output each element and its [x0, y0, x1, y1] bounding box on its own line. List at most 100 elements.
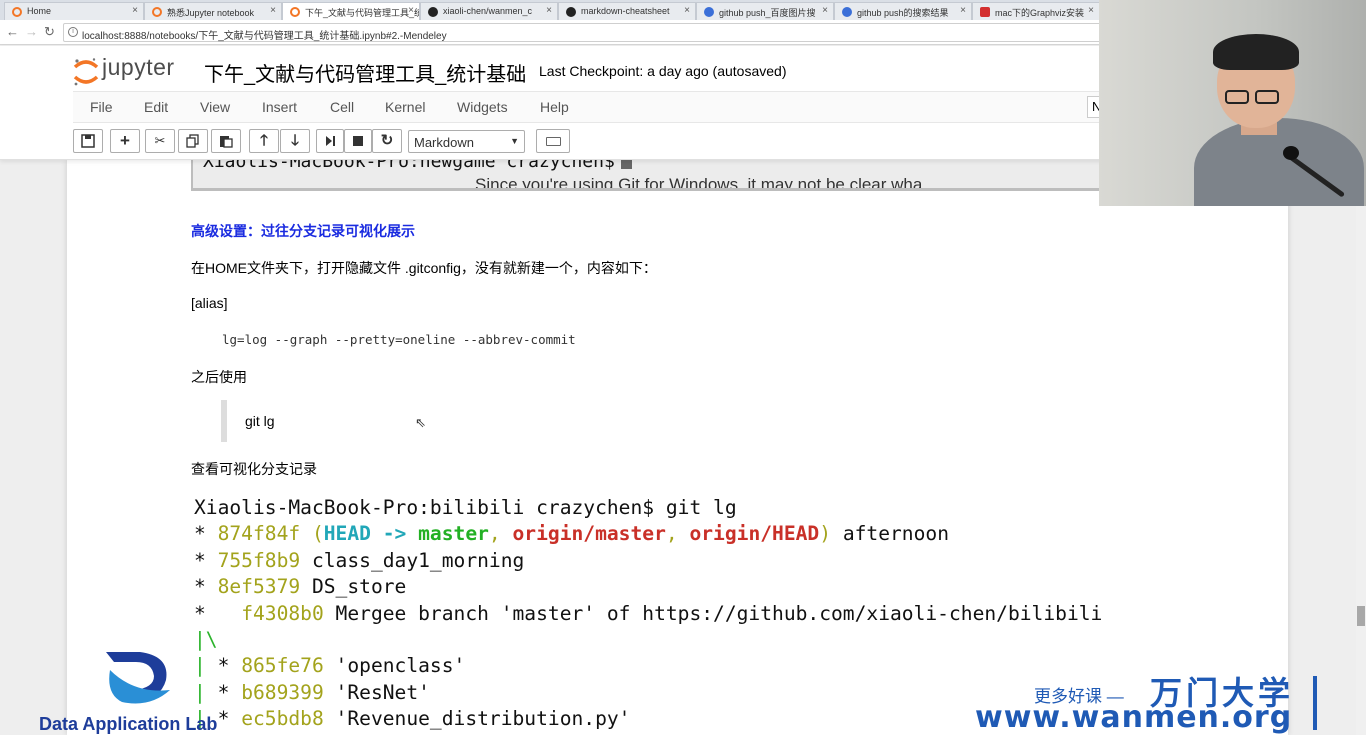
- git-log-line: * f4308b0 Mergee branch 'master' of http…: [194, 601, 1102, 627]
- mouse-cursor-icon: ⇖: [415, 415, 426, 430]
- interrupt-button[interactable]: [344, 129, 372, 153]
- close-icon[interactable]: ×: [822, 5, 828, 16]
- dropdown-arrow-icon: ▼: [510, 136, 519, 146]
- cut-button[interactable]: ✂: [145, 129, 175, 153]
- git-hash: ec5bdb8: [241, 707, 324, 731]
- keyboard-icon: [546, 137, 561, 146]
- info-icon[interactable]: i: [68, 27, 78, 37]
- git-hash: b689399: [241, 680, 324, 704]
- menu-widgets[interactable]: Widgets: [457, 99, 508, 115]
- git-log-line: * 755f8b9 class_day1_morning: [194, 548, 524, 574]
- baidu-tab-icon: [704, 7, 714, 17]
- close-icon[interactable]: ×: [546, 5, 552, 16]
- paste-button[interactable]: [211, 129, 241, 153]
- url-input[interactable]: i localhost:8888/notebooks/下午_文献与代码管理工具_…: [63, 23, 1103, 42]
- git-commit-msg: DS_store: [300, 575, 407, 599]
- git-master-ref: master: [418, 522, 489, 546]
- git-prompt-line: Xiaolis-MacBook-Pro:bilibili crazychen$ …: [194, 495, 737, 521]
- tab-title: 熟悉Jupyter notebook: [167, 8, 255, 18]
- github-tab-icon: [566, 7, 576, 17]
- copy-button[interactable]: [178, 129, 208, 153]
- git-hash: 874f84f: [217, 522, 301, 546]
- menu-help[interactable]: Help: [540, 99, 569, 115]
- command-palette-button[interactable]: [536, 129, 570, 153]
- forward-arrow-icon[interactable]: →: [25, 24, 38, 39]
- move-up-button[interactable]: 🡑: [249, 129, 279, 153]
- git-prompt-text: Xiaolis-MacBook-Pro:bilibili crazychen$ …: [194, 496, 737, 519]
- browser-tab[interactable]: Home ×: [4, 2, 144, 20]
- git-star: *: [194, 548, 218, 572]
- browser-tab[interactable]: xiaoli-chen/wanmen_c ×: [420, 2, 558, 20]
- cell-type-value: Markdown: [414, 135, 474, 150]
- menu-edit[interactable]: Edit: [144, 99, 168, 115]
- back-arrow-icon[interactable]: ←: [6, 24, 19, 39]
- browser-tab[interactable]: mac下的Graphviz安装 ×: [972, 2, 1100, 20]
- terminal-screenshot-top: Xiaolis-MacBook-Pro:newgame crazychen$ S…: [191, 160, 1101, 191]
- browser-tab-active[interactable]: 下午_文献与代码管理工具_统计基础 ×: [282, 2, 420, 20]
- git-star: *: [194, 522, 218, 546]
- terminal-prompt-text: Xiaolis-MacBook-Pro:newgame crazychen$: [203, 160, 615, 172]
- glasses-right: [1255, 90, 1279, 104]
- git-hash: 865fe76: [241, 654, 324, 678]
- git-log-line: | * ec5bdb8 'Revenue_distribution.py': [194, 706, 630, 732]
- browser-tab[interactable]: 熟悉Jupyter notebook ×: [144, 2, 282, 20]
- reload-icon[interactable]: ↻: [44, 24, 55, 40]
- close-icon[interactable]: ×: [132, 5, 138, 16]
- close-icon[interactable]: ×: [270, 5, 276, 16]
- notebook-page: Xiaolis-MacBook-Pro:newgame crazychen$ S…: [67, 160, 1288, 735]
- tab-title: mac下的Graphviz安装: [995, 8, 1085, 18]
- scissors-icon: ✂: [154, 133, 166, 148]
- scrollbar-thumb[interactable]: [1357, 606, 1365, 626]
- close-icon[interactable]: ×: [960, 5, 966, 16]
- git-star: *: [217, 707, 242, 731]
- jupyter-logo[interactable]: jupyter: [72, 54, 196, 86]
- move-down-button[interactable]: 🡓: [280, 129, 310, 153]
- arrow-up-icon: 🡑: [260, 132, 268, 149]
- notebook-title[interactable]: 下午_文献与代码管理工具_统计基础: [204, 58, 526, 87]
- tab-title: 下午_文献与代码管理工具_统计基础: [305, 8, 419, 18]
- browser-tab[interactable]: markdown-cheatsheet ×: [558, 2, 696, 20]
- insert-cell-button[interactable]: +: [110, 129, 140, 153]
- close-icon[interactable]: ×: [408, 5, 414, 16]
- data-application-lab-logo-icon: [106, 652, 170, 704]
- browser-tab[interactable]: github push的搜索结果 ×: [834, 2, 972, 20]
- close-icon[interactable]: ×: [684, 5, 690, 16]
- section-heading: 高级设置：过往分支记录可视化展示: [191, 223, 415, 239]
- git-log-line: | * b689399 'ResNet': [194, 680, 430, 706]
- blockquote-bar: [221, 400, 227, 442]
- tab-title: Home: [27, 6, 52, 16]
- watermark-divider: [1313, 676, 1317, 730]
- git-log-line: * 8ef5379 DS_store: [194, 574, 406, 600]
- git-hash: f4308b0: [241, 601, 324, 625]
- save-button[interactable]: [73, 129, 103, 153]
- git-ref-sep: ,: [665, 522, 690, 546]
- menu-insert[interactable]: Insert: [262, 99, 297, 115]
- git-log-line: * 874f84f (HEAD -> master, origin/master…: [194, 521, 949, 547]
- git-graph: |: [194, 654, 218, 678]
- close-icon[interactable]: ×: [1088, 5, 1094, 16]
- restart-button[interactable]: ↻: [372, 129, 402, 153]
- instruction-text: 在HOME文件夹下，打开隐藏文件 .gitconfig，没有就新建一个，内容如下…: [191, 260, 657, 276]
- cell-type-select[interactable]: Markdown ▼: [408, 130, 525, 153]
- git-star: *: [217, 654, 242, 678]
- browser-tab[interactable]: github push_百度图片搜 ×: [696, 2, 834, 20]
- code-line: lg=log --graph --pretty=oneline --abbrev…: [222, 332, 576, 347]
- vertical-scrollbar[interactable]: [1356, 160, 1366, 735]
- webcam-overlay: [1099, 0, 1366, 206]
- git-commit-msg: Mergee branch 'master' of https://github…: [323, 601, 1103, 625]
- save-icon: [81, 134, 95, 148]
- usage-text: 之后使用: [191, 369, 247, 385]
- menu-kernel[interactable]: Kernel: [385, 99, 425, 115]
- menu-file[interactable]: File: [90, 99, 113, 115]
- git-hash: 755f8b9: [217, 548, 301, 572]
- csdn-tab-icon: [980, 7, 990, 17]
- github-tab-icon: [428, 7, 438, 17]
- git-star: *: [217, 680, 242, 704]
- jupyter-logo-icon: [73, 58, 99, 86]
- menu-cell[interactable]: Cell: [330, 99, 354, 115]
- jupyter-logo-text: jupyter: [102, 54, 175, 80]
- menu-view[interactable]: View: [200, 99, 230, 115]
- data-application-lab-text: Data Application Lab: [39, 714, 218, 734]
- run-button[interactable]: [316, 129, 344, 153]
- alias-text: [alias]: [191, 295, 228, 311]
